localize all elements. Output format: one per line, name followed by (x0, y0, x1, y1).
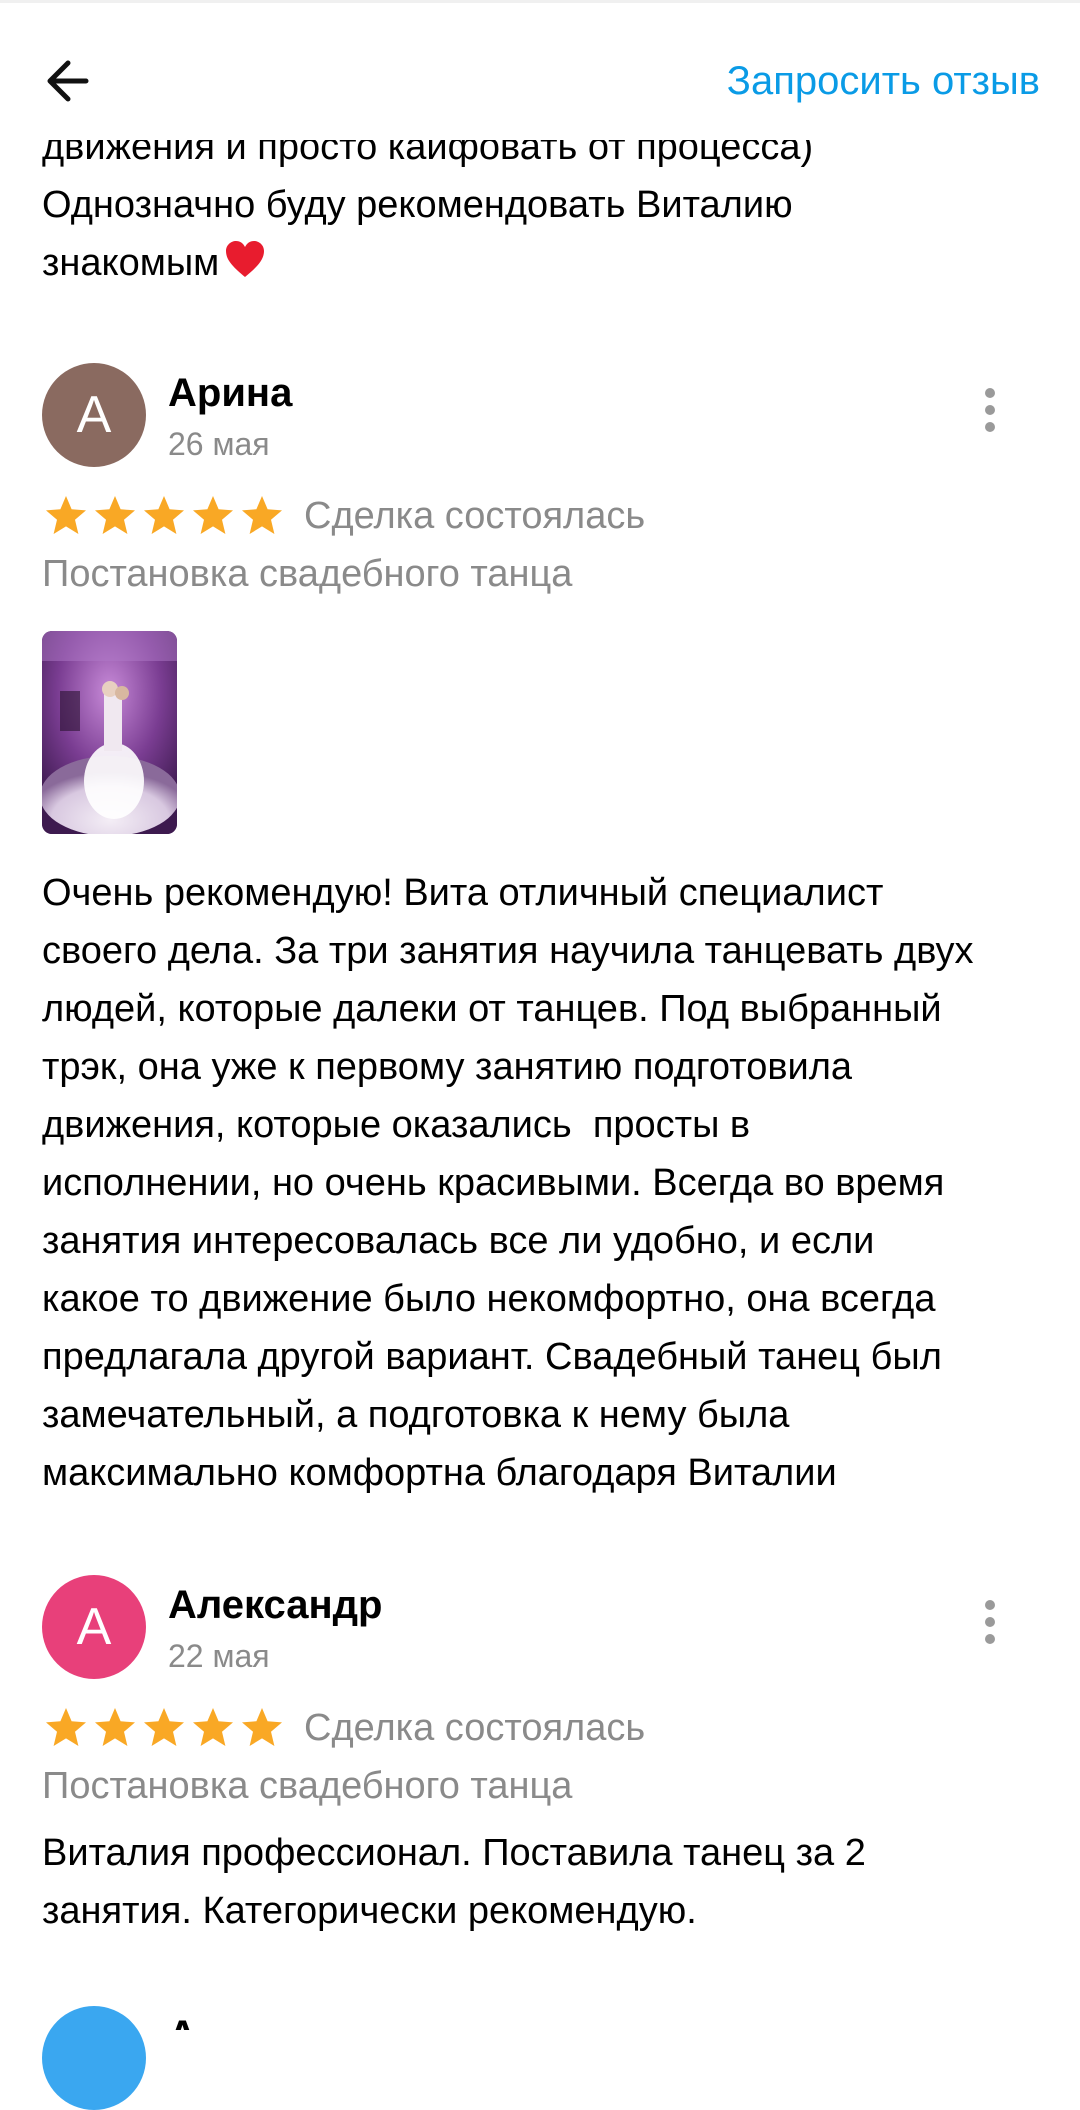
review-text-line: движения, которые оказались просты в (42, 1104, 751, 1146)
author-name[interactable]: Арина (168, 368, 292, 418)
more-options-button[interactable] (970, 381, 1010, 451)
review-text-line: исполнении, но очень красивыми. Всегда в… (42, 1162, 945, 1204)
author-name[interactable]: А (168, 2010, 198, 2030)
previous-review-tail-line-2: знакомым (42, 234, 1042, 292)
star-icon (193, 496, 233, 534)
review-text-line: людей, которые далеки от танцев. Под выб… (42, 988, 942, 1030)
star-icon (95, 496, 135, 534)
red-heart-icon (226, 241, 265, 277)
review-text-line: трэк, она уже к первому занятию подготов… (42, 1046, 853, 1088)
deal-status: Сделка состоялась (304, 495, 646, 537)
review-text-line: занятия интересовалась все ли удобно, и … (42, 1220, 875, 1262)
more-vertical-icon (985, 388, 995, 398)
star-icon (144, 1708, 184, 1746)
avatar[interactable] (42, 2006, 146, 2110)
review-text-line: Виталия профессионал. Поставила танец за… (42, 1832, 866, 1874)
avatar-letter: А (76, 1598, 112, 1656)
previous-review-tail-text: знакомым (42, 242, 220, 284)
more-options-button[interactable] (970, 1593, 1010, 1663)
review-text-line: Очень рекомендую! Вита отличный специали… (42, 872, 884, 914)
star-icon (95, 1708, 135, 1746)
review-text-line: своего дела. За три занятия научила танц… (42, 930, 974, 972)
top-bar: Запросить отзыв (0, 0, 1080, 140)
service-category: Постановка свадебного танца (42, 1765, 573, 1807)
more-vertical-icon (985, 1600, 995, 1610)
rating-stars (42, 1704, 286, 1752)
star-icon (242, 1708, 282, 1746)
review-text-line: какое то движение было некомфортно, она … (42, 1278, 936, 1320)
avatar[interactable]: А (42, 1575, 146, 1679)
star-icon (46, 1708, 86, 1746)
arrow-left-icon (47, 60, 89, 102)
deal-status: Сделка состоялась (304, 1707, 646, 1749)
review-text-line: максимально комфортна благодаря Виталии (42, 1452, 837, 1494)
review-date: 26 мая (168, 426, 270, 462)
review-date: 22 мая (168, 1638, 270, 1674)
author-name[interactable]: Александр (168, 1580, 382, 1630)
back-button[interactable] (40, 49, 104, 113)
request-review-button[interactable]: Запросить отзыв (727, 55, 1040, 107)
review-text-line: замечательный, а подготовка к нему была (42, 1394, 790, 1436)
review-text-line: занятия. Категорически рекомендую. (42, 1890, 697, 1932)
review-text-line: предлагала другой вариант. Свадебный тан… (42, 1336, 942, 1378)
review-photo[interactable] (42, 631, 177, 834)
wedding-photo-thumbnail (42, 631, 177, 834)
avatar-letter: А (76, 386, 112, 444)
service-category: Постановка свадебного танца (42, 553, 573, 595)
star-icon (193, 1708, 233, 1746)
star-icon (46, 496, 86, 534)
previous-review-tail-line: Однозначно буду рекомендовать Виталию (42, 184, 793, 226)
avatar[interactable]: А (42, 363, 146, 467)
star-icon (242, 496, 282, 534)
rating-stars (42, 492, 286, 540)
star-icon (144, 496, 184, 534)
